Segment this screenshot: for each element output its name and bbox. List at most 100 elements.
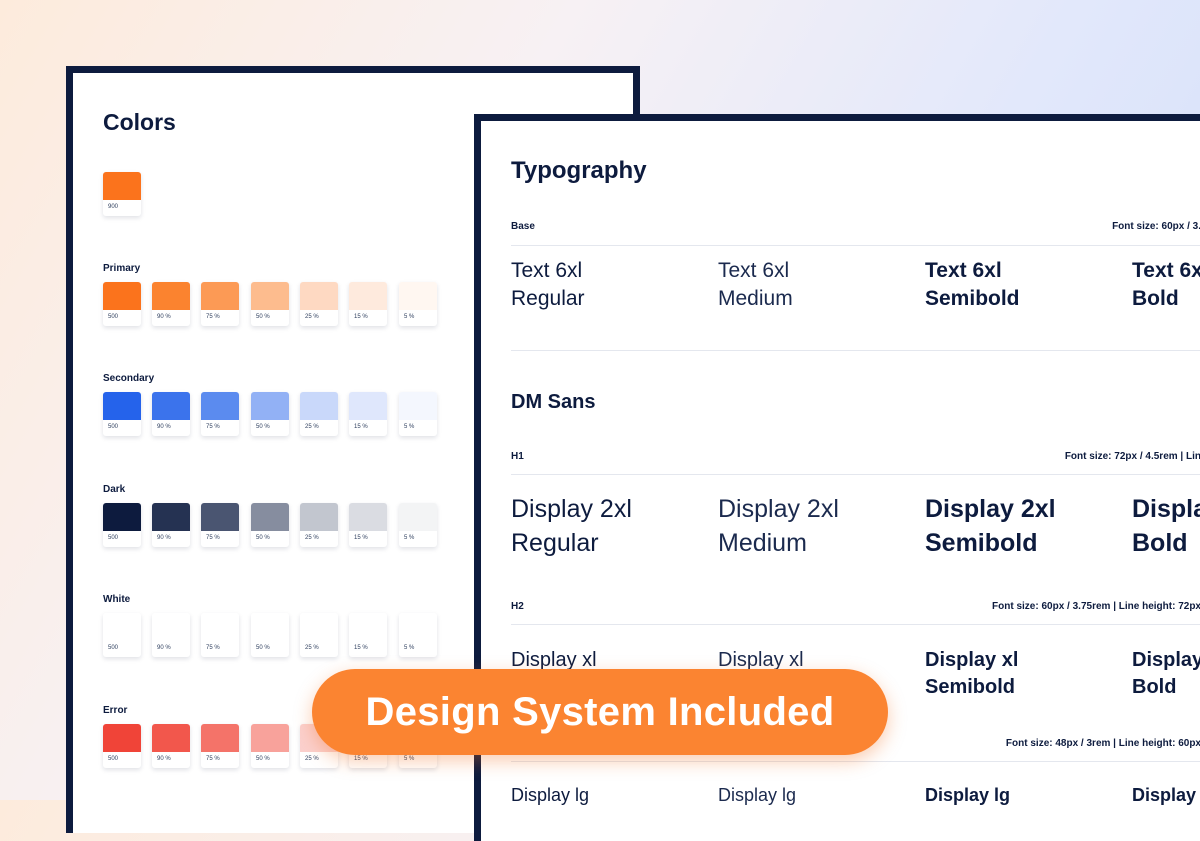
- sample-weight: Medium: [718, 287, 793, 311]
- color-swatch-chip: [251, 724, 289, 752]
- color-swatch[interactable]: 90 %: [152, 613, 190, 657]
- color-swatch[interactable]: 500: [103, 392, 141, 436]
- color-swatch-label: 90 %: [157, 535, 171, 541]
- color-swatch-label: 75 %: [206, 645, 220, 651]
- color-swatch-chip: [103, 613, 141, 641]
- color-swatch[interactable]: 15 %: [349, 503, 387, 547]
- color-swatch[interactable]: 500: [103, 724, 141, 768]
- color-swatch[interactable]: 90 %: [152, 503, 190, 547]
- color-swatch[interactable]: 90 %: [152, 724, 190, 768]
- font-family-title: DM Sans: [511, 391, 596, 413]
- color-swatch-chip: [300, 613, 338, 641]
- color-swatch-label: 5 %: [404, 756, 415, 762]
- color-swatch[interactable]: 25 %: [300, 613, 338, 657]
- color-swatch-chip: [103, 392, 141, 420]
- color-swatch-chip: [251, 282, 289, 310]
- color-swatch[interactable]: 75 %: [201, 613, 239, 657]
- color-swatch-chip: [300, 392, 338, 420]
- h3-sample-medium: Display lg: [718, 783, 796, 807]
- color-swatch-label: 25 %: [305, 645, 319, 651]
- h2-section-label: H2: [511, 601, 524, 612]
- color-swatch[interactable]: 90 %: [152, 282, 190, 326]
- color-swatch[interactable]: 5 %: [399, 392, 437, 436]
- color-swatch[interactable]: 5 %: [399, 613, 437, 657]
- color-swatch-label: 75 %: [206, 756, 220, 762]
- color-swatch-chip: [103, 282, 141, 310]
- color-swatch-chip: [152, 503, 190, 531]
- sample-weight: Bold: [1132, 676, 1177, 698]
- color-swatch[interactable]: 50 %: [251, 392, 289, 436]
- color-swatch[interactable]: 25 %: [300, 503, 338, 547]
- color-swatch-chip: [349, 282, 387, 310]
- h3-sample-semibold: Display lg: [925, 783, 1010, 807]
- color-swatch[interactable]: 15 %: [349, 282, 387, 326]
- h3-sample-regular: Display lg: [511, 783, 589, 807]
- h1-sample-semibold: Display 2xl Semibold: [925, 493, 1056, 561]
- color-swatch-label: 500: [108, 424, 119, 430]
- color-swatch[interactable]: 15 %: [349, 613, 387, 657]
- h1-sample-medium: Display 2xl Medium: [718, 493, 839, 561]
- color-swatch[interactable]: 500: [103, 613, 141, 657]
- color-swatch[interactable]: 50 %: [251, 282, 289, 326]
- brand-swatch-label: 900: [108, 204, 119, 210]
- color-swatch[interactable]: 50 %: [251, 724, 289, 768]
- sample-weight: Semibold: [925, 676, 1016, 698]
- sample-line: Displa: [1132, 495, 1200, 523]
- color-swatch[interactable]: 75 %: [201, 503, 239, 547]
- color-swatch[interactable]: 75 %: [201, 724, 239, 768]
- color-swatch[interactable]: 75 %: [201, 282, 239, 326]
- color-swatch-label: 15 %: [354, 314, 368, 320]
- color-swatch[interactable]: 25 %: [300, 282, 338, 326]
- color-swatch-label: 25 %: [305, 314, 319, 320]
- base-sample-semibold: Text 6xl Semibold: [925, 257, 1020, 314]
- color-swatch[interactable]: 50 %: [251, 503, 289, 547]
- color-swatch-chip: [201, 392, 239, 420]
- color-swatch-label: 15 %: [354, 756, 368, 762]
- color-swatch[interactable]: 90 %: [152, 392, 190, 436]
- color-swatch-label: 75 %: [206, 424, 220, 430]
- color-swatch-label: 25 %: [305, 424, 319, 430]
- swatch-group-label: Error: [103, 705, 128, 716]
- color-swatch-label: 500: [108, 314, 119, 320]
- color-swatch[interactable]: 25 %: [300, 392, 338, 436]
- base-font-spec: Font size: 60px / 3.: [1112, 221, 1200, 232]
- h1-sample-bold: Displa Bold: [1132, 493, 1200, 561]
- divider: [511, 245, 1200, 246]
- h3-font-spec: Font size: 48px / 3rem | Line height: 60…: [1005, 738, 1200, 749]
- color-swatch-label: 500: [108, 645, 119, 651]
- sample-line: Display lg: [511, 785, 590, 805]
- color-swatch[interactable]: 75 %: [201, 392, 239, 436]
- color-swatch-chip: [300, 282, 338, 310]
- color-swatch-chip: [201, 724, 239, 752]
- divider: [511, 350, 1200, 351]
- color-swatch-label: 5 %: [404, 535, 415, 541]
- color-swatch[interactable]: 15 %: [349, 392, 387, 436]
- color-swatch-label: 90 %: [157, 645, 171, 651]
- color-swatch[interactable]: 500: [103, 503, 141, 547]
- h2-sample-semibold: Display xl Semibold: [925, 647, 1018, 701]
- color-swatch-label: 75 %: [206, 535, 220, 541]
- divider: [511, 474, 1200, 475]
- color-swatch[interactable]: 5 %: [399, 503, 437, 547]
- sample-weight: Regular: [511, 287, 585, 311]
- sample-line: Display lg: [718, 785, 797, 805]
- color-swatch-label: 15 %: [354, 535, 368, 541]
- color-swatch-chip: [399, 503, 437, 531]
- swatch-group-label: Primary: [103, 263, 141, 274]
- sample-line: Text 6x: [1132, 259, 1200, 282]
- base-section-label: Base: [511, 221, 535, 232]
- color-swatch[interactable]: 500: [103, 282, 141, 326]
- color-swatch-chip: [349, 392, 387, 420]
- color-swatch-label: 50 %: [256, 314, 270, 320]
- sample-line: Display lg: [925, 785, 1011, 805]
- sample-line: Display 2xl: [718, 495, 839, 523]
- sample-line: Display 2xl: [925, 495, 1056, 523]
- sample-weight: Bold: [1132, 528, 1188, 557]
- color-swatch-chip: [201, 613, 239, 641]
- color-swatch[interactable]: 50 %: [251, 613, 289, 657]
- brand-swatch[interactable]: 900: [103, 172, 141, 216]
- color-swatch-label: 90 %: [157, 314, 171, 320]
- color-swatch[interactable]: 5 %: [399, 282, 437, 326]
- sample-line: Display 2xl: [511, 495, 632, 523]
- h1-sample-regular: Display 2xl Regular: [511, 493, 632, 561]
